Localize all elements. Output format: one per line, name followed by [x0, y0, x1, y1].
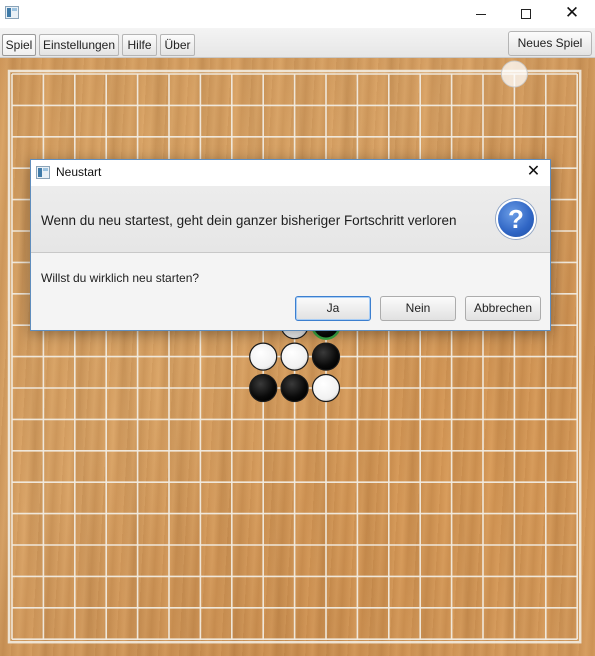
- question-icon: ?: [496, 199, 536, 239]
- white-stone: [280, 342, 309, 371]
- dialog-header: Wenn du neu startest, geht dein ganzer b…: [31, 186, 550, 253]
- close-icon: ✕: [526, 163, 541, 180]
- black-stone: [311, 342, 341, 371]
- restart-dialog: Neustart ✕ Wenn du neu startest, geht de…: [30, 159, 551, 331]
- minimize-icon: [476, 13, 486, 15]
- black-stone: [249, 373, 278, 403]
- hover-stone-marker: [500, 60, 528, 88]
- close-button[interactable]: ✕: [549, 0, 595, 28]
- no-button[interactable]: Nein: [380, 296, 456, 321]
- app-window: ✕ Spiel Einstellungen Hilfe Über Neues S…: [0, 0, 595, 656]
- cancel-button[interactable]: Abbrechen: [465, 296, 541, 321]
- board-grid[interactable]: [0, 58, 595, 656]
- new-game-button[interactable]: Neues Spiel: [508, 31, 592, 56]
- title-bar: ✕: [0, 0, 595, 28]
- dialog-header-text: Wenn du neu startest, geht dein ganzer b…: [41, 213, 457, 228]
- app-icon: [5, 6, 19, 19]
- dialog-title: Neustart: [56, 165, 102, 179]
- minimize-button[interactable]: [458, 0, 504, 28]
- menu-spiel[interactable]: Spiel: [2, 34, 36, 56]
- menu-hilfe[interactable]: Hilfe: [122, 34, 157, 56]
- close-icon: ✕: [564, 3, 580, 22]
- go-board[interactable]: [0, 58, 595, 656]
- white-stone: [311, 373, 341, 403]
- maximize-icon: [521, 9, 531, 20]
- dialog-close-button[interactable]: ✕: [517, 160, 550, 186]
- maximize-button[interactable]: [503, 0, 549, 28]
- dialog-title-bar: Neustart ✕: [31, 160, 550, 186]
- menu-bar: Spiel Einstellungen Hilfe Über Neues Spi…: [0, 28, 595, 58]
- dialog-content-text: Willst du wirklich neu starten?: [41, 271, 200, 285]
- question-icon-glyph: ?: [508, 204, 524, 234]
- white-stone: [249, 342, 278, 371]
- black-stone: [280, 373, 309, 403]
- dialog-app-icon: [36, 166, 50, 179]
- yes-button[interactable]: Ja: [295, 296, 371, 321]
- menu-ueber[interactable]: Über: [160, 34, 195, 56]
- menu-einstellungen[interactable]: Einstellungen: [39, 34, 119, 56]
